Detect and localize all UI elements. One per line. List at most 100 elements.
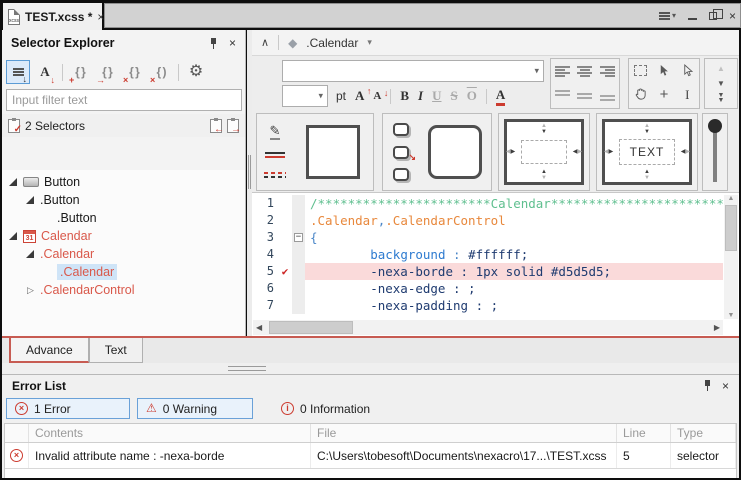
solid-line-styles-icon[interactable] [265,150,285,160]
horizontal-scrollbar[interactable]: ◀ ▶ [253,320,723,335]
tree-item-button[interactable]: .Button [2,191,245,209]
tab-text[interactable]: Text [89,338,143,363]
padding-right-arrows[interactable]: ◀▶ [681,149,690,155]
selector-filter-input[interactable] [6,89,242,111]
padding-top-arrows[interactable]: ▲▼ [644,123,650,135]
panel-close-icon[interactable]: × [722,379,729,393]
slider-knob[interactable] [708,119,722,133]
add-selector-button[interactable]: { }+ [68,60,92,84]
tree-item-calendar[interactable]: .Calendar [2,263,245,281]
font-family-combobox[interactable] [282,60,544,82]
underline-button[interactable]: U [432,88,441,104]
edit-border-icon[interactable]: ✎ [270,124,281,140]
tree-item-button[interactable]: Button [2,173,245,191]
hand-tool-button[interactable] [629,82,652,109]
vertical-scrollbar[interactable]: ▲ ▼ [724,195,738,319]
pin-icon[interactable] [703,380,713,391]
cursor-arrow-outline-button[interactable] [676,59,699,82]
text-cursor-button[interactable]: I [676,82,699,109]
corner-option-resize-icon[interactable]: ↘ [393,146,409,159]
tree-item-calendar[interactable]: .Calendar [2,245,245,263]
fold-collapse-button[interactable]: − [292,229,305,246]
column-header-file[interactable]: File [311,424,617,442]
scrollbar-thumb[interactable] [269,321,353,334]
align-right-button[interactable] [596,59,619,84]
code-line-3[interactable]: 3−{ [252,229,723,246]
valign-top-button[interactable] [551,84,574,109]
scroll-up-icon[interactable]: ▲ [717,64,725,73]
scroll-down-icon[interactable]: ▼ [717,79,725,88]
text-padding-preview[interactable]: TEXT ▲▼ ▲▼ ◀▶ ◀▶ [602,119,692,185]
sort-by-type-button[interactable]: ↓ [6,60,30,84]
filter-warning-button[interactable]: ⚠0 Warning [137,398,253,419]
cursor-arrow-button[interactable] [652,59,675,82]
sort-alphabetical-button[interactable]: A↓ [33,60,57,84]
valign-bottom-button[interactable] [596,84,619,109]
delete-selector-button[interactable]: { }× [122,60,146,84]
scroll-bottom-icon[interactable]: ▼▼ [718,93,725,103]
error-row[interactable]: ×Invalid attribute name : -nexa-bordeC:\… [5,443,736,469]
padding-bottom-arrows[interactable]: ▲▼ [541,169,547,181]
tree-item-button[interactable]: .Button [2,209,245,227]
settings-gear-button[interactable]: ⚙ [184,60,208,84]
tree-item-calendarcontrol[interactable]: ▷.CalendarControl [2,281,245,299]
insert-selector-button[interactable]: { }→ [95,60,119,84]
align-left-button[interactable] [551,59,574,84]
corner-radius-preview[interactable] [428,125,482,179]
font-color-button[interactable]: A [496,87,505,106]
code-line-6[interactable]: 6 -nexa-edge : ; [252,280,723,297]
expander-collapsed-icon[interactable]: ▷ [25,285,36,296]
code-line-2[interactable]: 2.Calendar,.CalendarControl [252,212,723,229]
code-editor[interactable]: 1/***********************Calendar*******… [252,192,739,336]
padding-left-arrows[interactable]: ◀▶ [506,149,515,155]
expander-expanded-icon[interactable] [25,249,36,260]
code-line-4[interactable]: 4 background : #ffffff; [252,246,723,263]
padding-preview[interactable]: ▲▼ ▲▼ ◀▶ ◀▶ [504,119,584,185]
padding-left-arrows[interactable]: ◀▶ [604,149,613,155]
panel-close-icon[interactable]: × [229,36,236,50]
align-center-button[interactable] [574,59,597,84]
bold-button[interactable]: B [400,88,409,104]
document-tab[interactable]: xcss TEST.xcss * × [3,3,102,30]
dashed-line-styles-icon[interactable] [264,170,286,180]
tree-item-calendar[interactable]: 31Calendar [2,227,245,245]
strikethrough-button[interactable]: S [450,88,457,104]
paste-out-icon[interactable]: → [227,119,239,133]
expander-expanded-icon[interactable] [25,195,36,206]
padding-bottom-arrows[interactable]: ▲▼ [644,169,650,181]
minimize-icon[interactable] [688,12,697,20]
valign-middle-button[interactable] [574,84,597,109]
code-line-7[interactable]: 7 -nexa-padding : ; [252,297,723,314]
font-size-combobox[interactable] [282,85,328,107]
opacity-slider[interactable] [703,114,727,190]
column-header-type[interactable]: Type [671,424,736,442]
padding-top-arrows[interactable]: ▲▼ [541,123,547,135]
font-decrease-button[interactable]: A↓ [373,90,381,102]
paste-in-icon[interactable]: ← [210,119,222,133]
fold-minus-icon[interactable]: − [294,233,303,242]
expander-expanded-icon[interactable] [8,231,19,242]
selector-dropdown-icon[interactable]: ▾ [367,37,372,48]
overline-button[interactable]: O [467,88,477,104]
filter-error-button[interactable]: ×1 Error [6,398,130,419]
padding-right-arrows[interactable]: ◀▶ [573,149,582,155]
column-header-contents[interactable]: Contents [29,424,311,442]
expander-expanded-icon[interactable] [8,177,19,188]
delete-selector-block-button[interactable]: { )× [149,60,173,84]
corner-option-icon[interactable] [393,123,409,136]
code-line-1[interactable]: 1/***********************Calendar*******… [252,195,723,212]
window-close-icon[interactable]: × [729,9,736,23]
column-header-line[interactable]: Line [617,424,671,442]
horizontal-splitter[interactable] [2,363,739,374]
tab-advance[interactable]: Advance [9,338,89,363]
add-tool-button[interactable]: + [652,82,675,109]
border-preview[interactable] [306,125,360,179]
scrollbar-thumb[interactable] [725,205,737,251]
filter-information-button[interactable]: i0 Information [272,398,379,419]
font-increase-button[interactable]: A↑ [355,88,364,104]
code-line-5[interactable]: 5✔ -nexa-borde : 1px solid #d5d5d5; [252,263,723,280]
collapse-toolbar-icon[interactable]: ∧ [261,36,269,49]
corner-option-icon[interactable] [393,168,409,181]
restore-icon[interactable] [709,12,717,20]
window-list-icon[interactable]: ▾ [659,11,676,20]
